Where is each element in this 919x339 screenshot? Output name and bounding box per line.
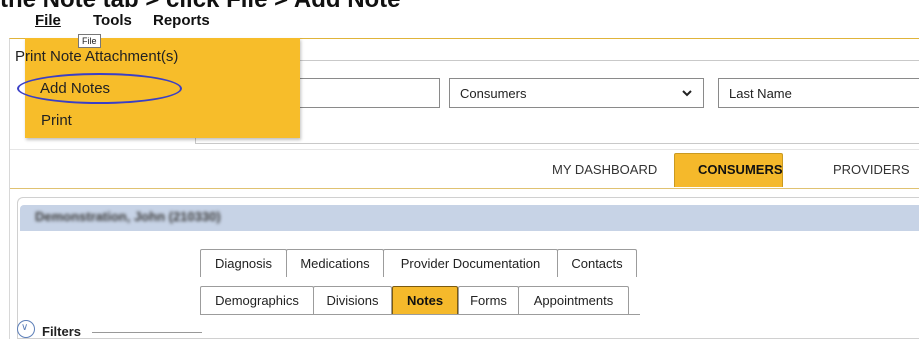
menu-tools[interactable]: Tools [93,12,132,29]
add-notes-highlight-ellipse [17,73,182,104]
tab-contacts[interactable]: Contacts [557,249,637,277]
tab-divisions[interactable]: Divisions [313,286,392,314]
filters-toggle-button[interactable]: ∨ [17,320,35,338]
search-input[interactable] [290,78,440,108]
search-type-value: Consumers [460,86,527,101]
chevron-down-icon: ∨ [21,322,29,333]
chevron-down-icon [681,87,693,102]
tabs-divider [200,314,640,315]
nav-tab-dashboard[interactable]: MY DASHBOARD [552,162,657,177]
tab-forms[interactable]: Forms [458,286,519,314]
menu-item-print-note-attachments[interactable]: Print Note Attachment(s) [15,48,178,65]
search-field-value: Last Name [729,86,792,101]
nav-tab-consumers[interactable]: CONSUMERS [698,162,783,177]
tab-diagnosis[interactable]: Diagnosis [200,249,287,277]
search-field-select[interactable]: Last Name [718,78,919,108]
tab-demographics[interactable]: Demographics [200,286,314,314]
tab-notes[interactable]: Notes [392,286,458,314]
consumer-name: Demonstration, John (210330) [35,209,221,224]
search-type-select[interactable]: Consumers [449,78,704,108]
tab-medications[interactable]: Medications [286,249,384,277]
menu-reports[interactable]: Reports [153,12,210,29]
tab-appointments[interactable]: Appointments [518,286,629,314]
tab-provider-documentation[interactable]: Provider Documentation [383,249,558,277]
nav-tab-providers[interactable]: PROVIDERS [833,162,910,177]
menu-item-print[interactable]: Print [41,112,72,129]
file-tooltip: File [78,34,101,48]
menu-file[interactable]: File [35,12,61,29]
filters-divider [92,332,202,333]
